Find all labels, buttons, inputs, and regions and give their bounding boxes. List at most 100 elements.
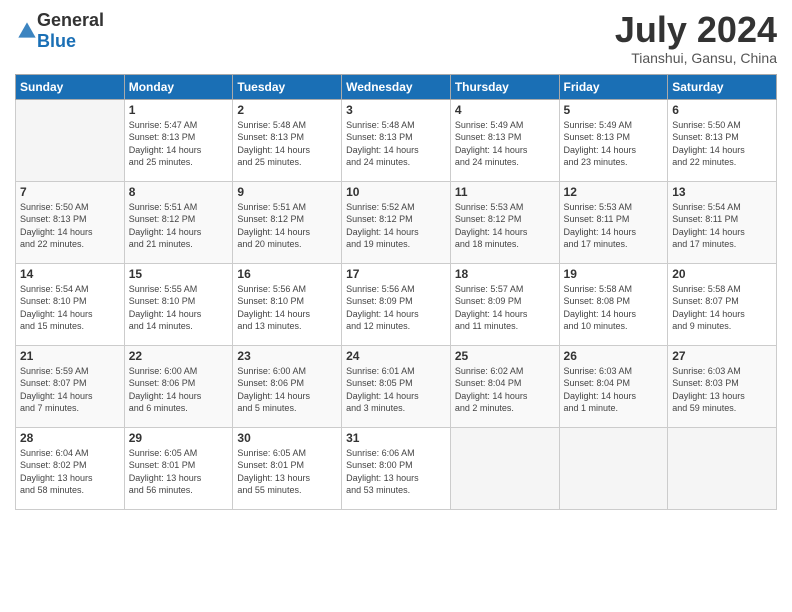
calendar-cell: 25Sunrise: 6:02 AM Sunset: 8:04 PM Dayli… — [450, 345, 559, 427]
day-info: Sunrise: 5:50 AM Sunset: 8:13 PM Dayligh… — [672, 119, 772, 169]
day-info: Sunrise: 5:49 AM Sunset: 8:13 PM Dayligh… — [455, 119, 555, 169]
calendar-cell: 7 Sunrise: 5:50 AM Sunset: 8:13 PM Daylig… — [16, 181, 125, 263]
title-area: July 2024 Tianshui, Gansu, China — [615, 10, 777, 66]
day-info: Sunrise: 5:55 AM Sunset: 8:10 PM Dayligh… — [129, 283, 229, 333]
weekday-header: Sunday — [16, 74, 125, 99]
calendar-cell: 21Sunrise: 5:59 AM Sunset: 8:07 PM Dayli… — [16, 345, 125, 427]
day-number: 30 — [237, 431, 337, 445]
day-number: 20 — [672, 267, 772, 281]
calendar-week-row: 14Sunrise: 5:54 AM Sunset: 8:10 PM Dayli… — [16, 263, 777, 345]
day-number: 14 — [20, 267, 120, 281]
calendar-cell: 15 Sunrise: 5:55 AM Sunset: 8:10 PM Dayli… — [124, 263, 233, 345]
calendar-cell — [668, 427, 777, 509]
day-info: Sunrise: 6:00 AM Sunset: 8:06 PM Dayligh… — [237, 365, 337, 415]
calendar-cell: 17 Sunrise: 5:56 AM Sunset: 8:09 PM Dayli… — [342, 263, 451, 345]
calendar-cell: 10 Sunrise: 5:52 AM Sunset: 8:12 PM Dayli… — [342, 181, 451, 263]
day-info: Sunrise: 5:54 AM Sunset: 8:11 PM Dayligh… — [672, 201, 772, 251]
day-number: 3 — [346, 103, 446, 117]
calendar-cell: 19Sunrise: 5:58 AM Sunset: 8:08 PM Dayli… — [559, 263, 668, 345]
calendar-cell: 26 Sunrise: 6:03 AM Sunset: 8:04 PM Dayli… — [559, 345, 668, 427]
month-title: July 2024 — [615, 10, 777, 50]
calendar-cell: 2 Sunrise: 5:48 AM Sunset: 8:13 PM Daylig… — [233, 99, 342, 181]
day-number: 31 — [346, 431, 446, 445]
weekday-header-row: SundayMondayTuesdayWednesdayThursdayFrid… — [16, 74, 777, 99]
day-number: 13 — [672, 185, 772, 199]
calendar-cell: 6Sunrise: 5:50 AM Sunset: 8:13 PM Daylig… — [668, 99, 777, 181]
day-number: 26 — [564, 349, 664, 363]
day-number: 17 — [346, 267, 446, 281]
day-number: 29 — [129, 431, 229, 445]
day-number: 9 — [237, 185, 337, 199]
day-info: Sunrise: 6:00 AM Sunset: 8:06 PM Dayligh… — [129, 365, 229, 415]
day-number: 15 — [129, 267, 229, 281]
day-number: 10 — [346, 185, 446, 199]
calendar-cell: 1Sunrise: 5:47 AM Sunset: 8:13 PM Daylig… — [124, 99, 233, 181]
day-info: Sunrise: 5:58 AM Sunset: 8:07 PM Dayligh… — [672, 283, 772, 333]
day-info: Sunrise: 5:58 AM Sunset: 8:08 PM Dayligh… — [564, 283, 664, 333]
day-info: Sunrise: 5:52 AM Sunset: 8:12 PM Dayligh… — [346, 201, 446, 251]
calendar-cell: 16 Sunrise: 5:56 AM Sunset: 8:10 PM Dayli… — [233, 263, 342, 345]
calendar-cell: 29Sunrise: 6:05 AM Sunset: 8:01 PM Dayli… — [124, 427, 233, 509]
day-info: Sunrise: 5:59 AM Sunset: 8:07 PM Dayligh… — [20, 365, 120, 415]
logo-general: General — [37, 10, 104, 30]
day-number: 22 — [129, 349, 229, 363]
calendar-week-row: 28Sunrise: 6:04 AM Sunset: 8:02 PM Dayli… — [16, 427, 777, 509]
calendar-cell — [450, 427, 559, 509]
calendar-cell: 5 Sunrise: 5:49 AM Sunset: 8:13 PM Daylig… — [559, 99, 668, 181]
calendar-cell: 27 Sunrise: 6:03 AM Sunset: 8:03 PM Dayli… — [668, 345, 777, 427]
day-number: 2 — [237, 103, 337, 117]
day-info: Sunrise: 5:53 AM Sunset: 8:11 PM Dayligh… — [564, 201, 664, 251]
calendar-cell: 9Sunrise: 5:51 AM Sunset: 8:12 PM Daylig… — [233, 181, 342, 263]
weekday-header: Wednesday — [342, 74, 451, 99]
day-number: 11 — [455, 185, 555, 199]
calendar-cell: 8Sunrise: 5:51 AM Sunset: 8:12 PM Daylig… — [124, 181, 233, 263]
calendar-cell: 20 Sunrise: 5:58 AM Sunset: 8:07 PM Dayli… — [668, 263, 777, 345]
calendar-week-row: 21Sunrise: 5:59 AM Sunset: 8:07 PM Dayli… — [16, 345, 777, 427]
day-number: 16 — [237, 267, 337, 281]
day-info: Sunrise: 5:51 AM Sunset: 8:12 PM Dayligh… — [129, 201, 229, 251]
day-number: 12 — [564, 185, 664, 199]
calendar-cell: 24 Sunrise: 6:01 AM Sunset: 8:05 PM Dayli… — [342, 345, 451, 427]
day-number: 1 — [129, 103, 229, 117]
calendar-cell — [16, 99, 125, 181]
day-info: Sunrise: 5:56 AM Sunset: 8:10 PM Dayligh… — [237, 283, 337, 333]
day-info: Sunrise: 6:05 AM Sunset: 8:01 PM Dayligh… — [237, 447, 337, 497]
calendar-week-row: 1Sunrise: 5:47 AM Sunset: 8:13 PM Daylig… — [16, 99, 777, 181]
page-container: General Blue July 2024 Tianshui, Gansu, … — [0, 0, 792, 520]
day-number: 5 — [564, 103, 664, 117]
logo-icon — [17, 21, 37, 41]
calendar-cell: 4 Sunrise: 5:49 AM Sunset: 8:13 PM Daylig… — [450, 99, 559, 181]
calendar-cell: 18Sunrise: 5:57 AM Sunset: 8:09 PM Dayli… — [450, 263, 559, 345]
calendar-cell: 3 Sunrise: 5:48 AM Sunset: 8:13 PM Daylig… — [342, 99, 451, 181]
day-info: Sunrise: 6:01 AM Sunset: 8:05 PM Dayligh… — [346, 365, 446, 415]
calendar-cell: 31Sunrise: 6:06 AM Sunset: 8:00 PM Dayli… — [342, 427, 451, 509]
day-number: 28 — [20, 431, 120, 445]
calendar-cell: 14Sunrise: 5:54 AM Sunset: 8:10 PM Dayli… — [16, 263, 125, 345]
logo-blue: Blue — [37, 31, 76, 51]
day-number: 23 — [237, 349, 337, 363]
day-number: 7 — [20, 185, 120, 199]
day-number: 27 — [672, 349, 772, 363]
calendar-cell: 12 Sunrise: 5:53 AM Sunset: 8:11 PM Dayli… — [559, 181, 668, 263]
day-number: 24 — [346, 349, 446, 363]
header: General Blue July 2024 Tianshui, Gansu, … — [15, 10, 777, 66]
day-info: Sunrise: 5:49 AM Sunset: 8:13 PM Dayligh… — [564, 119, 664, 169]
calendar-cell: 28Sunrise: 6:04 AM Sunset: 8:02 PM Dayli… — [16, 427, 125, 509]
day-info: Sunrise: 5:50 AM Sunset: 8:13 PM Dayligh… — [20, 201, 120, 251]
day-number: 18 — [455, 267, 555, 281]
day-number: 4 — [455, 103, 555, 117]
weekday-header: Friday — [559, 74, 668, 99]
day-number: 25 — [455, 349, 555, 363]
day-info: Sunrise: 5:53 AM Sunset: 8:12 PM Dayligh… — [455, 201, 555, 251]
day-info: Sunrise: 5:56 AM Sunset: 8:09 PM Dayligh… — [346, 283, 446, 333]
day-info: Sunrise: 5:48 AM Sunset: 8:13 PM Dayligh… — [237, 119, 337, 169]
calendar-cell — [559, 427, 668, 509]
day-info: Sunrise: 6:03 AM Sunset: 8:03 PM Dayligh… — [672, 365, 772, 415]
calendar-week-row: 7 Sunrise: 5:50 AM Sunset: 8:13 PM Daylig… — [16, 181, 777, 263]
day-info: Sunrise: 6:03 AM Sunset: 8:04 PM Dayligh… — [564, 365, 664, 415]
calendar-cell: 22 Sunrise: 6:00 AM Sunset: 8:06 PM Dayli… — [124, 345, 233, 427]
logo: General Blue — [15, 10, 104, 52]
day-info: Sunrise: 5:48 AM Sunset: 8:13 PM Dayligh… — [346, 119, 446, 169]
calendar-cell: 23 Sunrise: 6:00 AM Sunset: 8:06 PM Dayli… — [233, 345, 342, 427]
weekday-header: Monday — [124, 74, 233, 99]
